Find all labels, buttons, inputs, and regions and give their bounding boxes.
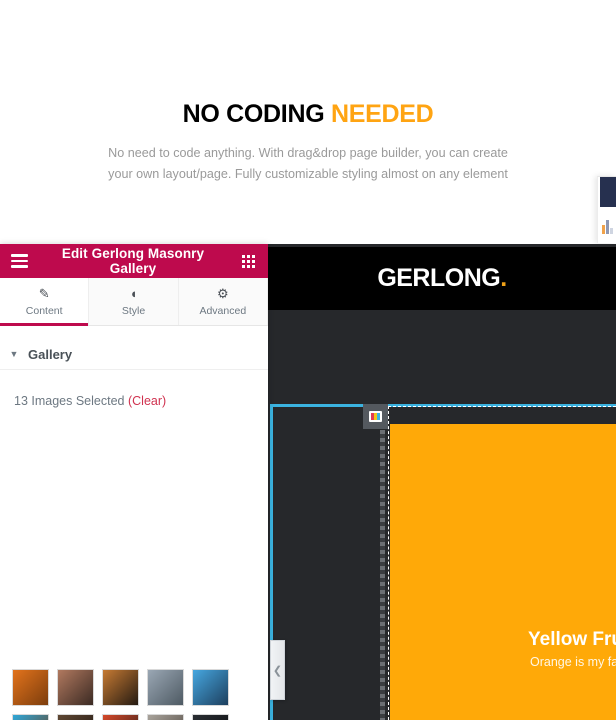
tab-style-label: Style bbox=[121, 304, 146, 317]
elementor-editor-panel: Edit Gerlong Masonry Gallery ✎ Content ◖… bbox=[0, 244, 268, 720]
chevron-left-icon: ❮ bbox=[272, 664, 283, 677]
logo-dot: . bbox=[500, 264, 507, 292]
gallery-thumbnail[interactable] bbox=[102, 669, 139, 706]
widget-bar-1 bbox=[602, 225, 605, 234]
gallery-thumbnail[interactable] bbox=[57, 714, 94, 720]
site-navbar-preview: GERLONG. bbox=[268, 247, 616, 310]
gallery-thumbnail[interactable] bbox=[147, 669, 184, 706]
page-title: NO CODING NEEDED bbox=[0, 100, 616, 129]
images-selected-text: 13 Images Selected bbox=[14, 394, 125, 408]
tab-content[interactable]: ✎ Content bbox=[0, 278, 90, 326]
gallery-thumbnail-grid bbox=[12, 669, 260, 720]
tab-style[interactable]: ◖ Style bbox=[89, 278, 179, 325]
hamburger-menu-icon[interactable] bbox=[0, 254, 38, 268]
section-header-gallery[interactable]: ▼ Gallery bbox=[0, 339, 268, 370]
tab-advanced-label: Advanced bbox=[199, 304, 247, 317]
gallery-thumbnail[interactable] bbox=[57, 669, 94, 706]
hero-subtitle: No need to code anything. With drag&drop… bbox=[108, 146, 508, 181]
hero-title-accent: NEEDED bbox=[331, 100, 434, 128]
widget-bar-2 bbox=[606, 220, 609, 234]
pencil-icon: ✎ bbox=[38, 285, 50, 301]
gallery-thumbnail[interactable] bbox=[192, 714, 229, 720]
panel-collapse-handle[interactable]: ❮ bbox=[270, 640, 285, 700]
tab-content-label: Content bbox=[25, 304, 63, 317]
tab-advanced[interactable]: ⚙ Advanced bbox=[178, 278, 268, 325]
panel-tabs: ✎ Content ◖ Style ⚙ Advanced bbox=[0, 278, 268, 326]
column-resize-handle[interactable] bbox=[380, 430, 385, 720]
images-selected-row: 13 Images Selected (Clear) bbox=[0, 394, 268, 408]
widget-bar-3 bbox=[610, 228, 613, 234]
logo-text: GERLONG bbox=[377, 264, 501, 292]
chevron-down-icon: ▼ bbox=[9, 349, 19, 359]
site-logo: GERLONG. bbox=[377, 264, 507, 293]
gallery-thumbnail[interactable] bbox=[102, 714, 139, 720]
gallery-thumbnail[interactable] bbox=[12, 669, 49, 706]
column-settings-icon[interactable] bbox=[363, 404, 388, 429]
screenshot-root: NO CODING NEEDED No need to code anythin… bbox=[0, 0, 616, 720]
gear-icon: ⚙ bbox=[216, 285, 229, 301]
widgets-grid-icon[interactable] bbox=[228, 254, 268, 268]
clear-gallery-link[interactable]: (Clear) bbox=[128, 394, 166, 408]
promo-title: Yellow Fruit bbox=[528, 629, 616, 650]
widget-header-block bbox=[600, 177, 616, 207]
panel-header: Edit Gerlong Masonry Gallery bbox=[0, 244, 268, 278]
promo-orange-block[interactable]: Yellow Fruit Orange is my favourite bbox=[390, 424, 616, 720]
site-preview-hero: NO CODING NEEDED No need to code anythin… bbox=[0, 0, 616, 244]
panel-title: Edit Gerlong Masonry Gallery bbox=[61, 246, 205, 276]
floating-edge-widget[interactable] bbox=[597, 176, 616, 243]
hero-title-dark: NO CODING bbox=[182, 100, 325, 128]
promo-subtitle: Orange is my favourite bbox=[530, 655, 616, 669]
widget-body-block bbox=[598, 210, 616, 243]
section-title: Gallery bbox=[28, 346, 73, 362]
contrast-icon: ◖ bbox=[129, 285, 138, 301]
gallery-thumbnail[interactable] bbox=[192, 669, 229, 706]
gallery-thumbnail[interactable] bbox=[12, 714, 49, 720]
gallery-thumbnail[interactable] bbox=[147, 714, 184, 720]
